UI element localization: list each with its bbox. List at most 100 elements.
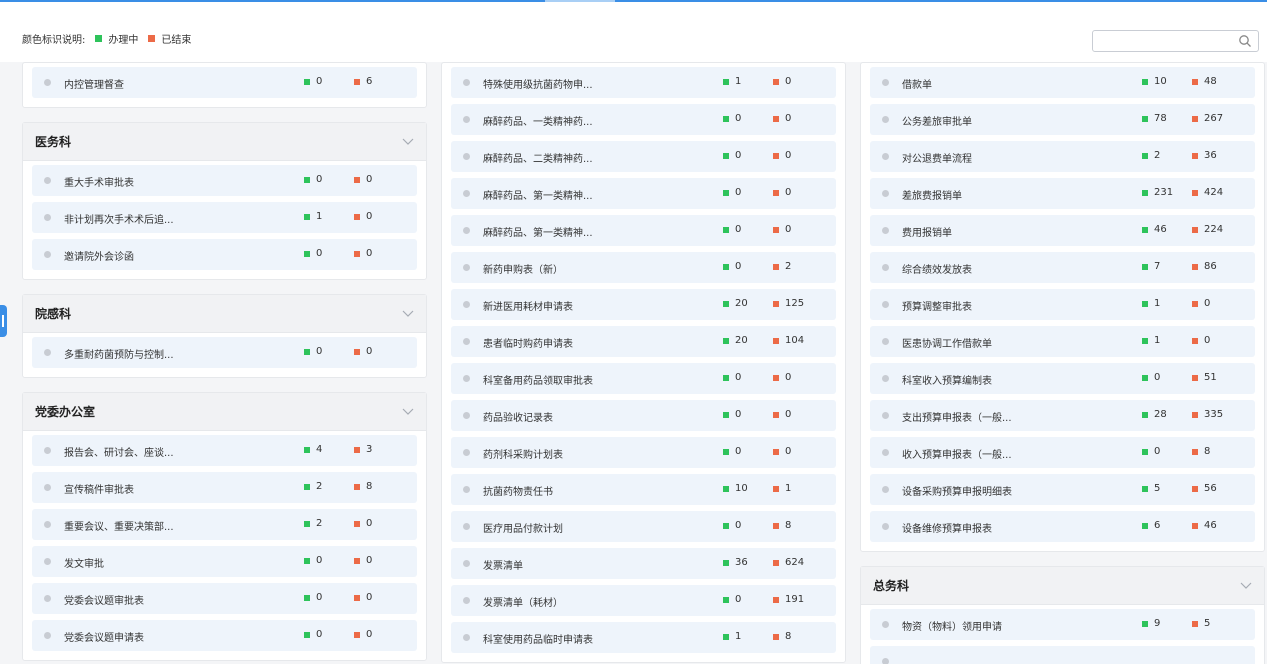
finished-count[interactable]: 0 [773,409,791,420]
finished-count[interactable]: 3 [354,444,372,455]
in-progress-count[interactable]: 0 [1142,372,1160,383]
workflow-name[interactable]: 科室备用药品领取审批表 [483,372,593,387]
workflow-item[interactable]: 收入预算申报表（一般... 0 8 [870,437,1255,468]
finished-count[interactable]: 0 [354,211,372,222]
workflow-name[interactable]: 麻醉药品、一类精神药... [483,113,593,128]
workflow-item[interactable]: 特殊使用级抗菌药物申... 1 0 [451,67,836,98]
in-progress-count[interactable]: 10 [723,483,748,494]
workflow-item[interactable]: 对公退费单流程 2 36 [870,141,1255,172]
workflow-name[interactable]: 邀请院外会诊函 [64,248,134,263]
workflow-item[interactable]: 党委会议题申请表 0 0 [32,620,417,651]
in-progress-count[interactable]: 1 [723,76,741,87]
in-progress-count[interactable]: 0 [723,372,741,383]
workflow-item[interactable]: 麻醉药品、第一类精神... 0 0 [451,178,836,209]
workflow-name[interactable]: 党委会议题申请表 [64,629,144,644]
finished-count[interactable]: 191 [773,594,804,605]
in-progress-count[interactable]: 0 [723,520,741,531]
in-progress-count[interactable]: 6 [1142,520,1160,531]
in-progress-count[interactable]: 0 [304,629,322,640]
chevron-down-icon[interactable] [402,407,414,417]
workflow-item[interactable]: 发票清单（耗材） 0 191 [451,585,836,616]
finished-count[interactable]: 0 [354,248,372,259]
workflow-name[interactable]: 发文审批 [64,555,104,570]
workflow-item[interactable]: 支出预算申报表（一般... 28 335 [870,400,1255,431]
chevron-down-icon[interactable] [402,309,414,319]
workflow-name[interactable]: 新进医用耗材申请表 [483,298,573,313]
workflow-name[interactable]: 预算调整审批表 [902,298,972,313]
finished-count[interactable]: 0 [354,592,372,603]
workflow-item[interactable]: 科室备用药品领取审批表 0 0 [451,363,836,394]
finished-count[interactable]: 1 [773,483,791,494]
finished-count[interactable]: 0 [1192,335,1210,346]
workflow-name[interactable]: 特殊使用级抗菌药物申... [483,76,593,91]
workflow-item[interactable]: 差旅费报销单 231 424 [870,178,1255,209]
in-progress-count[interactable]: 2 [304,518,322,529]
workflow-item[interactable]: 医疗用品付款计划 0 8 [451,511,836,542]
finished-count[interactable]: 2 [773,261,791,272]
in-progress-count[interactable]: 2 [304,481,322,492]
in-progress-count[interactable]: 0 [304,555,322,566]
workflow-name[interactable]: 设备采购预算申报明细表 [902,483,1012,498]
finished-count[interactable]: 267 [1192,113,1223,124]
in-progress-count[interactable]: 1 [1142,298,1160,309]
in-progress-count[interactable]: 0 [723,261,741,272]
finished-count[interactable]: 624 [773,557,804,568]
workflow-item[interactable]: 麻醉药品、一类精神药... 0 0 [451,104,836,135]
workflow-name[interactable]: 发票清单 [483,557,523,572]
workflow-name[interactable]: 发票清单（耗材） [483,594,563,609]
search-icon[interactable] [1238,34,1252,48]
finished-count[interactable]: 0 [354,174,372,185]
in-progress-count[interactable]: 0 [304,346,322,357]
workflow-name[interactable]: 麻醉药品、二类精神药... [483,150,593,165]
workflow-item[interactable]: 物资（物料）领用申请 9 5 [870,609,1255,640]
finished-count[interactable]: 125 [773,298,804,309]
finished-count[interactable]: 0 [773,224,791,235]
finished-count[interactable]: 0 [354,346,372,357]
in-progress-count[interactable]: 10 [1142,76,1167,87]
in-progress-count[interactable]: 231 [1142,187,1173,198]
workflow-item[interactable]: 邀请院外会诊函 0 0 [32,239,417,270]
workflow-name[interactable]: 宣传稿件审批表 [64,481,134,496]
finished-count[interactable]: 0 [354,518,372,529]
in-progress-count[interactable]: 20 [723,298,748,309]
workflow-name[interactable]: 物资（物料）领用申请 [902,618,1002,633]
finished-count[interactable]: 104 [773,335,804,346]
workflow-item[interactable]: 党委会议题审批表 0 0 [32,583,417,614]
in-progress-count[interactable]: 0 [723,113,741,124]
in-progress-count[interactable]: 7 [1142,261,1160,272]
workflow-name[interactable]: 医患协调工作借款单 [902,335,992,350]
workflow-name[interactable]: 差旅费报销单 [902,187,962,202]
search-input[interactable] [1099,33,1239,54]
in-progress-count[interactable]: 0 [723,187,741,198]
in-progress-count[interactable]: 1 [304,211,322,222]
finished-count[interactable]: 8 [1192,446,1210,457]
finished-count[interactable]: 0 [773,187,791,198]
in-progress-count[interactable]: 0 [723,409,741,420]
workflow-name[interactable]: 多重耐药菌预防与控制... [64,346,174,361]
in-progress-count[interactable]: 0 [304,592,322,603]
department-card-header[interactable]: 总务科 [861,567,1264,605]
finished-count[interactable]: 0 [773,446,791,457]
workflow-item[interactable]: 医患协调工作借款单 1 0 [870,326,1255,357]
workflow-name[interactable]: 医疗用品付款计划 [483,520,563,535]
in-progress-count[interactable]: 2 [1142,150,1160,161]
finished-count[interactable]: 46 [1192,520,1217,531]
in-progress-count[interactable]: 46 [1142,224,1167,235]
workflow-name[interactable]: 科室使用药品临时申请表 [483,631,593,646]
in-progress-count[interactable]: 9 [1142,618,1160,629]
chevron-down-icon[interactable] [1240,581,1252,591]
workflow-name[interactable]: 科室收入预算编制表 [902,372,992,387]
in-progress-count[interactable]: 0 [723,224,741,235]
workflow-name[interactable]: 麻醉药品、第一类精神... [483,224,593,239]
workflow-name[interactable]: 非计划再次手术术后追... [64,211,174,226]
workflow-item[interactable]: 设备维修预算申报表 6 46 [870,511,1255,542]
department-card-header[interactable]: 医务科 [23,123,426,161]
workflow-name[interactable]: 药剂科采购计划表 [483,446,563,461]
workflow-item[interactable]: 多重耐药菌预防与控制... 0 0 [32,337,417,368]
workflow-item[interactable] [870,646,1255,664]
finished-count[interactable]: 5 [1192,618,1210,629]
in-progress-count[interactable]: 0 [1142,446,1160,457]
finished-count[interactable]: 0 [354,629,372,640]
finished-count[interactable]: 224 [1192,224,1223,235]
workflow-name[interactable]: 综合绩效发放表 [902,261,972,276]
